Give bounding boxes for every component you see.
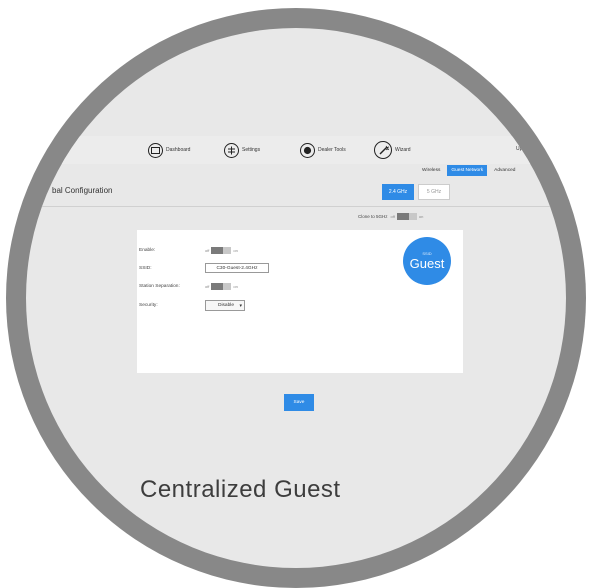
switch-knob bbox=[396, 213, 409, 220]
switch-off-label: off bbox=[390, 214, 395, 219]
dealer-tools-icon bbox=[300, 142, 315, 158]
clone-setting: Clone to 5GHz off on bbox=[358, 213, 423, 220]
tab-advanced[interactable]: Advanced bbox=[492, 165, 517, 176]
station-separation-label: Station Separation: bbox=[139, 284, 180, 289]
nav-label: Settings bbox=[242, 147, 261, 153]
switch-track bbox=[211, 283, 232, 290]
top-nav: Dashboard Settings Dealer Tools Wizard U… bbox=[26, 136, 566, 164]
guest-settings-panel: Enable: off on SSID: C30-Guest-2.4GHz St… bbox=[137, 230, 463, 373]
switch-on-label: on bbox=[418, 214, 424, 219]
security-label: Security: bbox=[139, 303, 158, 308]
guest-ssid-badge: SSID Guest bbox=[403, 237, 451, 285]
chevron-down-icon: ▾ bbox=[239, 302, 242, 309]
band-5ghz-button[interactable]: 5 GHz bbox=[418, 184, 450, 200]
switch-knob bbox=[211, 283, 224, 290]
switch-knob bbox=[211, 247, 224, 254]
ssid-label: SSID: bbox=[139, 265, 152, 271]
nav-dashboard[interactable]: Dashboard bbox=[148, 136, 190, 164]
enable-row: Enable: off on bbox=[139, 247, 238, 254]
switch-track bbox=[396, 213, 417, 220]
caption-text: Centralized Guest bbox=[140, 476, 341, 503]
badge-guest-name: Guest bbox=[409, 256, 445, 271]
magnifier-view: Dashboard Settings Dealer Tools Wizard U… bbox=[26, 28, 566, 568]
sub-tabs: Wireless Guest Network Advanced bbox=[420, 165, 517, 176]
nav-label: Wizard bbox=[395, 147, 411, 153]
station-separation-row: Station Separation: off on bbox=[139, 283, 238, 290]
nav-label: Dealer Tools bbox=[318, 147, 346, 153]
uptime: Uptime: 1h 8m bbox=[516, 146, 553, 152]
uptime-value: 1h 8m bbox=[539, 146, 554, 152]
nav-wizard[interactable]: Wizard bbox=[374, 136, 411, 164]
save-button[interactable]: Save bbox=[284, 394, 314, 411]
settings-icon bbox=[224, 142, 239, 158]
wizard-icon bbox=[374, 141, 392, 159]
enable-switch[interactable]: off on bbox=[205, 247, 238, 254]
page-title: bal Configuration bbox=[52, 186, 113, 195]
security-row: Security: Disable ▾ bbox=[139, 300, 245, 311]
tab-guest-network[interactable]: Guest Network bbox=[447, 165, 488, 176]
band-toggle: 2.4 GHz 5 GHz bbox=[382, 184, 450, 200]
divider bbox=[40, 206, 560, 207]
magnifier-ring: Dashboard Settings Dealer Tools Wizard U… bbox=[6, 8, 586, 588]
switch-track bbox=[211, 247, 232, 254]
security-select[interactable]: Disable ▾ bbox=[205, 300, 245, 311]
switch-off-label: off bbox=[205, 284, 210, 289]
switch-on-label: on bbox=[233, 248, 238, 253]
station-separation-switch[interactable]: off on bbox=[205, 283, 238, 290]
clone-switch[interactable]: off on bbox=[390, 213, 424, 220]
band-2-4ghz-button[interactable]: 2.4 GHz bbox=[382, 184, 414, 200]
switch-off-label: off bbox=[205, 248, 210, 253]
badge-ssid-label: SSID bbox=[422, 251, 432, 256]
tab-wireless[interactable]: Wireless bbox=[420, 165, 442, 176]
nav-label: Dashboard bbox=[166, 147, 191, 153]
clone-label: Clone to 5GHz bbox=[358, 214, 388, 219]
nav-settings[interactable]: Settings bbox=[224, 136, 260, 164]
security-value: Disable bbox=[218, 303, 234, 308]
uptime-label: Uptime: bbox=[516, 146, 534, 152]
nav-dealer-tools[interactable]: Dealer Tools bbox=[300, 136, 346, 164]
dashboard-icon bbox=[148, 142, 163, 158]
ssid-input[interactable]: C30-Guest-2.4GHz bbox=[205, 263, 269, 273]
switch-on-label: on bbox=[233, 284, 238, 289]
router-screen: Dashboard Settings Dealer Tools Wizard U… bbox=[26, 28, 566, 568]
ssid-row: SSID: C30-Guest-2.4GHz bbox=[139, 263, 269, 273]
enable-label: Enable: bbox=[139, 248, 156, 253]
